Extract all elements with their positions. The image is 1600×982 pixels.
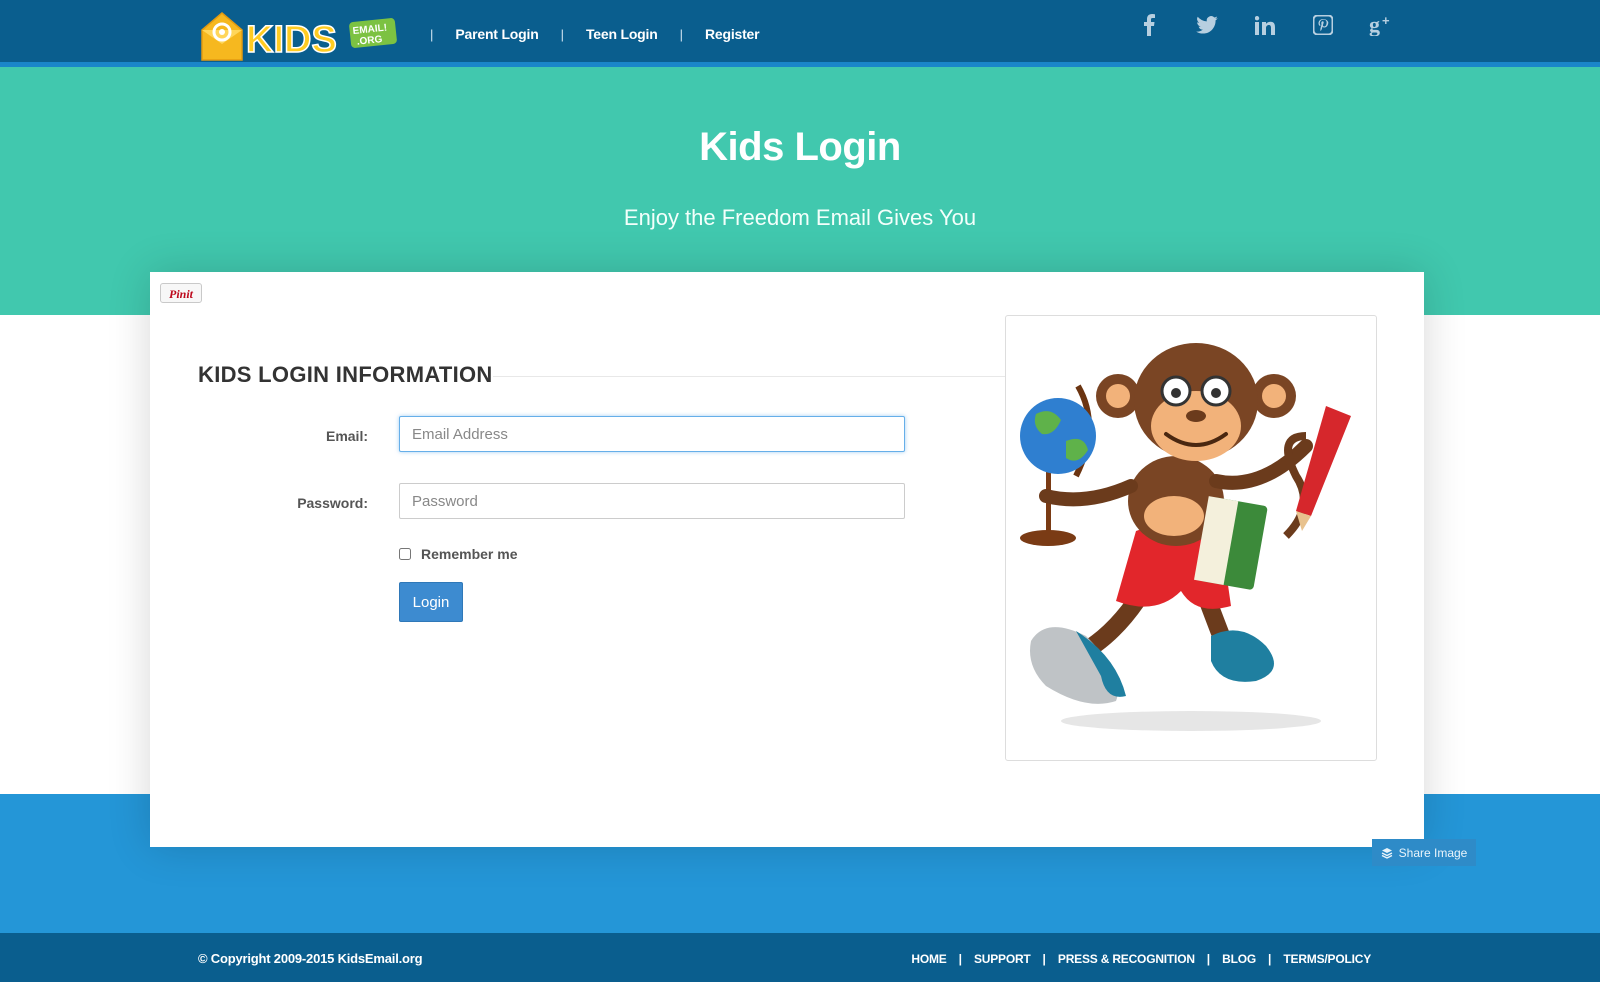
monkey-mascot-illustration <box>1020 343 1351 731</box>
footer-separator: | <box>1042 952 1046 966</box>
password-input[interactable] <box>399 483 905 519</box>
footer-separator: | <box>958 952 962 966</box>
footer-separator: | <box>1206 952 1211 966</box>
nav-separator: | <box>560 26 564 42</box>
layers-icon <box>1381 847 1392 859</box>
footer-link-home[interactable]: HOME <box>911 952 946 966</box>
footer-separator: | <box>1268 952 1272 966</box>
login-button[interactable]: Login <box>399 582 463 622</box>
social-links: g + <box>1120 12 1410 38</box>
remember-me-label: Remember me <box>421 546 518 562</box>
remember-me[interactable]: Remember me <box>399 546 518 562</box>
footer-links: HOME | SUPPORT | PRESS & RECOGNITION | B… <box>911 952 1371 966</box>
share-image-label: Share Image <box>1398 845 1468 860</box>
email-label: Email: <box>325 428 368 444</box>
kidsemail-logo[interactable]: KIDS EMAIL! .ORG <box>200 10 405 64</box>
linkedin-icon[interactable] <box>1236 12 1294 38</box>
page-title: Kids Login <box>699 125 901 169</box>
nav-parent-login[interactable]: Parent Login <box>455 26 538 42</box>
nav-separator: | <box>679 26 683 42</box>
pinit-button[interactable]: Pinit <box>160 283 202 303</box>
top-navbar: KIDS EMAIL! .ORG | Parent Login | Teen L… <box>0 0 1600 67</box>
section-title: KIDS LOGIN INFORMATION <box>198 362 493 387</box>
google-plus-icon[interactable]: g + <box>1352 12 1410 38</box>
facebook-icon[interactable] <box>1120 12 1178 38</box>
svg-text:+: + <box>1382 14 1390 28</box>
twitter-icon[interactable] <box>1178 12 1236 38</box>
nav-teen-login[interactable]: Teen Login <box>586 26 658 42</box>
footer-link-press[interactable]: PRESS & RECOGNITION <box>1058 952 1195 966</box>
copyright-text: © Copyright 2009-2015 KidsEmail.org <box>198 951 423 966</box>
login-card: Pinit KIDS LOGIN INFORMATION Email: Pass… <box>150 272 1424 847</box>
email-input[interactable] <box>399 416 905 452</box>
nav-register[interactable]: Register <box>705 26 760 42</box>
footer-link-terms[interactable]: TERMS/POLICY <box>1283 952 1371 966</box>
pinterest-icon[interactable] <box>1294 12 1352 38</box>
footer: © Copyright 2009-2015 KidsEmail.org HOME… <box>0 933 1600 982</box>
svg-text:g: g <box>1369 14 1380 36</box>
mascot-image-frame <box>1005 315 1377 761</box>
main-nav: | Parent Login | Teen Login | Register <box>430 26 781 42</box>
footer-link-blog[interactable]: BLOG <box>1222 952 1256 966</box>
logo-wordmark: KIDS <box>246 19 337 61</box>
nav-separator: | <box>430 26 434 42</box>
remember-me-checkbox[interactable] <box>399 548 411 560</box>
page-subtitle: Enjoy the Freedom Email Gives You <box>623 205 977 230</box>
footer-link-support[interactable]: SUPPORT <box>974 952 1031 966</box>
share-image-button[interactable]: Share Image <box>1372 839 1476 866</box>
svg-text:.ORG: .ORG <box>356 34 383 48</box>
password-label: Password: <box>297 495 368 511</box>
